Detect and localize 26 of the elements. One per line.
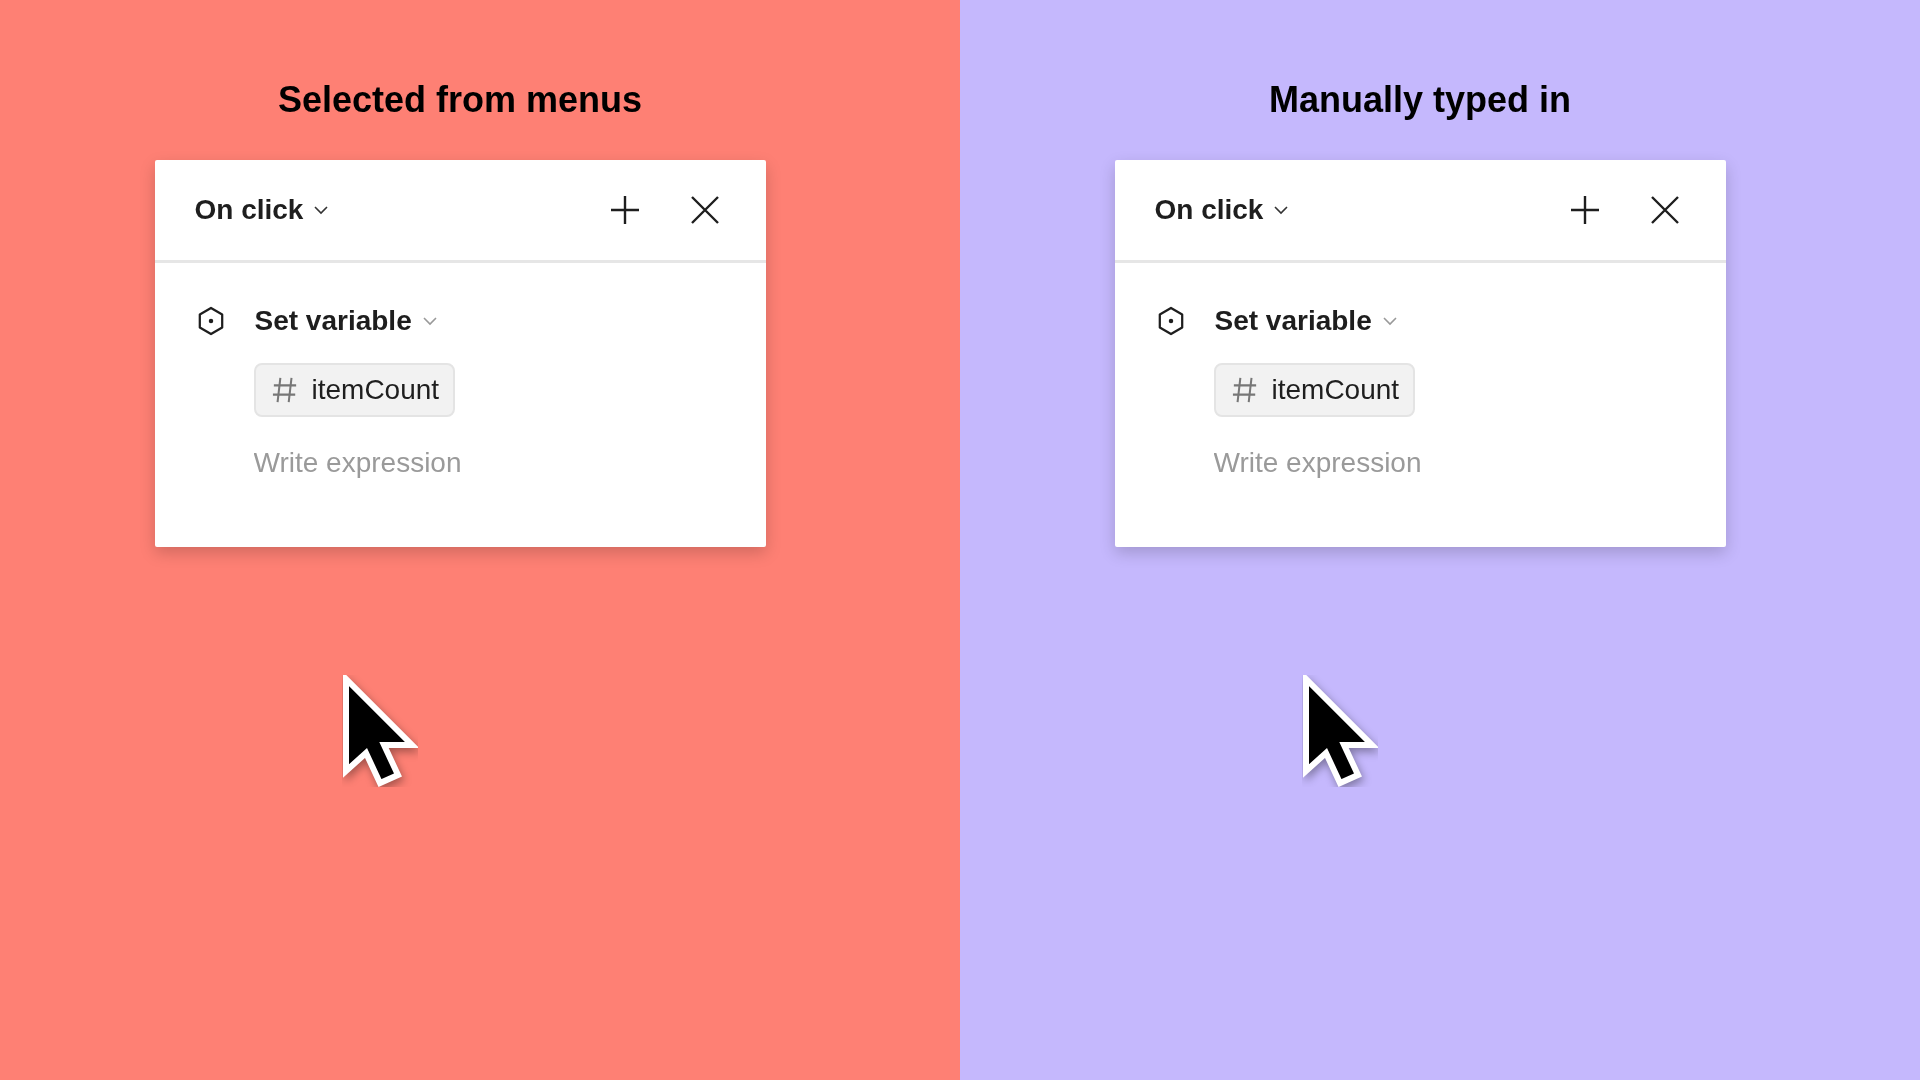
pointer-cursor-icon [1302,675,1378,787]
chevron-down-icon [1381,316,1398,326]
close-icon[interactable] [689,195,720,225]
add-icon[interactable] [1569,195,1600,225]
expression-field[interactable]: Write expression [253,445,554,481]
section-title: Manually typed in [1268,78,1571,122]
variable-chip[interactable]: itemCount [1213,363,1416,417]
chevron-down-icon [313,205,330,215]
chevron-down-icon [421,316,438,326]
pointer-cursor-icon [342,675,418,787]
action-dropdown[interactable]: Set variable [1214,305,1398,337]
expression-field[interactable]: Write expression [1213,445,1514,481]
close-icon[interactable] [1649,195,1680,225]
variable-name: itemCount [1271,374,1400,406]
section-title: Selected from menus [277,78,643,122]
action-dropdown[interactable]: Set variable [254,305,438,337]
trigger-dropdown[interactable]: On click [194,194,330,226]
add-icon[interactable] [609,195,640,225]
hash-icon [1231,376,1258,404]
chevron-down-icon [1273,205,1290,215]
trigger-dropdown[interactable]: On click [1154,194,1290,226]
hash-icon [271,376,298,404]
hexagon-icon [1156,306,1185,336]
variable-name: itemCount [311,374,440,406]
hexagon-icon [196,306,225,336]
variable-chip[interactable]: itemCount [253,363,456,417]
